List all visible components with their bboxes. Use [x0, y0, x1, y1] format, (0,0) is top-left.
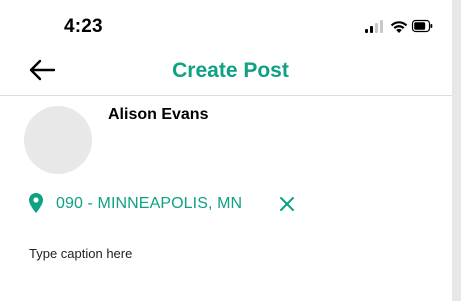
- close-icon[interactable]: [279, 196, 295, 212]
- status-icons: [365, 19, 433, 33]
- wifi-icon: [390, 21, 408, 33]
- location-pin-icon: [29, 193, 43, 213]
- page-title: Create Post: [172, 59, 289, 82]
- cellular-signal-icon: [365, 20, 383, 33]
- create-post-screen: 4:23 Create Post Alison Evans 090 - MINN…: [0, 0, 452, 301]
- avatar: [24, 106, 92, 174]
- location-label[interactable]: 090 - MINNEAPOLIS, MN: [56, 195, 242, 213]
- header-divider: [0, 95, 452, 96]
- battery-icon: [411, 19, 433, 33]
- status-time: 4:23: [64, 16, 103, 37]
- right-edge-strip: [452, 0, 461, 301]
- caption-input[interactable]: [29, 246, 429, 261]
- user-name: Alison Evans: [108, 106, 209, 123]
